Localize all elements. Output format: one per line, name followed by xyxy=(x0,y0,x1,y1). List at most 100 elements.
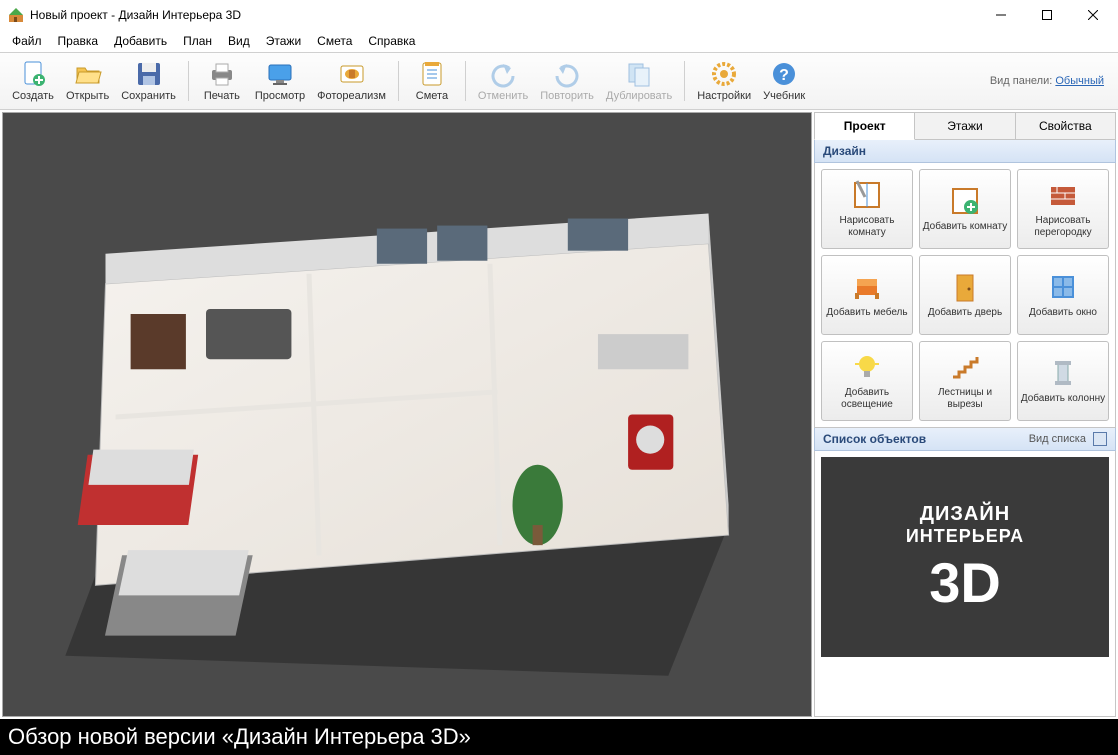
photoreal-button[interactable]: Фотореализм xyxy=(311,54,392,108)
toolbar-separator xyxy=(398,61,399,101)
add-stairs-label: Лестницы и вырезы xyxy=(922,387,1008,411)
estimate-button[interactable]: Смета xyxy=(405,54,459,108)
tool-grid: Нарисовать комнату Добавить комнату Нари… xyxy=(814,163,1116,428)
draw-room-button[interactable]: Нарисовать комнату xyxy=(821,169,913,249)
photoreal-label: Фотореализм xyxy=(317,90,386,102)
panel-mode-label: Вид панели: xyxy=(990,75,1052,87)
promo-line1: ДИЗАЙН xyxy=(920,503,1010,526)
preview-label: Просмотр xyxy=(255,90,305,102)
menubar: Файл Правка Добавить План Вид Этажи Смет… xyxy=(0,30,1118,52)
add-stairs-button[interactable]: Лестницы и вырезы xyxy=(919,341,1011,421)
tab-floors[interactable]: Этажи xyxy=(915,112,1015,140)
minimize-button[interactable] xyxy=(978,0,1024,30)
toolbar: Создать Открыть Сохранить Печать Просмот… xyxy=(0,52,1118,110)
save-button[interactable]: Сохранить xyxy=(115,54,182,108)
open-icon xyxy=(74,60,102,88)
promo-banner: ДИЗАЙН ИНТЕРЬЕРА 3D xyxy=(821,457,1109,657)
promo-line2: ИНТЕРЬЕРА xyxy=(906,526,1024,547)
add-door-label: Добавить дверь xyxy=(928,307,1002,319)
redo-button[interactable]: Повторить xyxy=(534,54,600,108)
toolbar-separator xyxy=(684,61,685,101)
add-furniture-button[interactable]: Добавить мебель xyxy=(821,255,913,335)
open-button[interactable]: Открыть xyxy=(60,54,115,108)
menu-plan[interactable]: План xyxy=(175,32,220,50)
design-section-label: Дизайн xyxy=(823,144,866,158)
add-column-button[interactable]: Добавить колонну xyxy=(1017,341,1109,421)
svg-text:?: ? xyxy=(779,67,789,84)
close-button[interactable] xyxy=(1070,0,1116,30)
list-view-icon xyxy=(1093,432,1107,446)
duplicate-button[interactable]: Дублировать xyxy=(600,54,678,108)
tutorial-label: Учебник xyxy=(763,90,805,102)
add-light-label: Добавить освещение xyxy=(824,387,910,411)
add-window-button[interactable]: Добавить окно xyxy=(1017,255,1109,335)
main: Проект Этажи Свойства Дизайн Нарисовать … xyxy=(0,110,1118,719)
door-icon xyxy=(949,271,981,303)
tab-properties[interactable]: Свойства xyxy=(1016,112,1116,140)
maximize-button[interactable] xyxy=(1024,0,1070,30)
objects-section-head: Список объектов Вид списка xyxy=(814,428,1116,451)
window-buttons xyxy=(978,0,1116,30)
add-room-button[interactable]: Добавить комнату xyxy=(919,169,1011,249)
estimate-icon xyxy=(418,60,446,88)
add-furniture-label: Добавить мебель xyxy=(826,307,907,319)
window-icon xyxy=(1047,271,1079,303)
estimate-label: Смета xyxy=(416,90,448,102)
menu-floors[interactable]: Этажи xyxy=(258,32,309,50)
gear-icon xyxy=(710,60,738,88)
objects-section-label: Список объектов xyxy=(823,432,926,446)
redo-label: Повторить xyxy=(540,90,594,102)
add-light-button[interactable]: Добавить освещение xyxy=(821,341,913,421)
menu-add[interactable]: Добавить xyxy=(106,32,175,50)
print-button[interactable]: Печать xyxy=(195,54,249,108)
new-label: Создать xyxy=(12,90,54,102)
viewport-3d[interactable] xyxy=(2,112,812,717)
draw-room-label: Нарисовать комнату xyxy=(824,215,910,239)
design-section-head: Дизайн xyxy=(814,140,1116,163)
stairs-icon xyxy=(949,351,981,383)
save-label: Сохранить xyxy=(121,90,176,102)
tutorial-button[interactable]: ? Учебник xyxy=(757,54,811,108)
furniture-icon xyxy=(851,271,883,303)
add-window-label: Добавить окно xyxy=(1029,307,1097,319)
new-icon xyxy=(19,60,47,88)
settings-button[interactable]: Настройки xyxy=(691,54,757,108)
add-column-label: Добавить колонну xyxy=(1021,393,1105,405)
add-door-button[interactable]: Добавить дверь xyxy=(919,255,1011,335)
menu-file[interactable]: Файл xyxy=(4,32,50,50)
sidepanel-tabs: Проект Этажи Свойства xyxy=(814,112,1116,140)
menu-help[interactable]: Справка xyxy=(360,32,423,50)
print-icon xyxy=(208,60,236,88)
new-button[interactable]: Создать xyxy=(6,54,60,108)
draw-wall-label: Нарисовать перегородку xyxy=(1020,215,1106,239)
menu-estimate[interactable]: Смета xyxy=(309,32,360,50)
add-room-icon xyxy=(949,185,981,217)
list-view-control[interactable]: Вид списка xyxy=(1029,432,1107,446)
menu-view[interactable]: Вид xyxy=(220,32,258,50)
redo-icon xyxy=(553,60,581,88)
floorplan-3d-icon xyxy=(3,113,811,716)
column-icon xyxy=(1047,357,1079,389)
window-title: Новый проект - Дизайн Интерьера 3D xyxy=(30,8,978,22)
light-icon xyxy=(851,351,883,383)
bottom-caption: Обзор новой версии «Дизайн Интерьера 3D» xyxy=(0,719,1118,755)
draw-wall-button[interactable]: Нарисовать перегородку xyxy=(1017,169,1109,249)
objects-list: ДИЗАЙН ИНТЕРЬЕРА 3D xyxy=(814,451,1116,717)
panel-mode: Вид панели: Обычный xyxy=(990,75,1112,87)
menu-edit[interactable]: Правка xyxy=(50,32,107,50)
duplicate-label: Дублировать xyxy=(606,90,672,102)
toolbar-separator xyxy=(465,61,466,101)
panel-mode-link[interactable]: Обычный xyxy=(1055,75,1104,87)
add-room-label: Добавить комнату xyxy=(923,221,1007,233)
promo-line3: 3D xyxy=(929,555,1001,611)
print-label: Печать xyxy=(204,90,240,102)
preview-button[interactable]: Просмотр xyxy=(249,54,311,108)
photoreal-icon xyxy=(338,60,366,88)
open-label: Открыть xyxy=(66,90,109,102)
undo-button[interactable]: Отменить xyxy=(472,54,534,108)
draw-room-icon xyxy=(851,179,883,211)
sidepanel: Проект Этажи Свойства Дизайн Нарисовать … xyxy=(814,112,1116,717)
save-icon xyxy=(135,60,163,88)
tab-project[interactable]: Проект xyxy=(814,112,915,140)
help-icon: ? xyxy=(770,60,798,88)
